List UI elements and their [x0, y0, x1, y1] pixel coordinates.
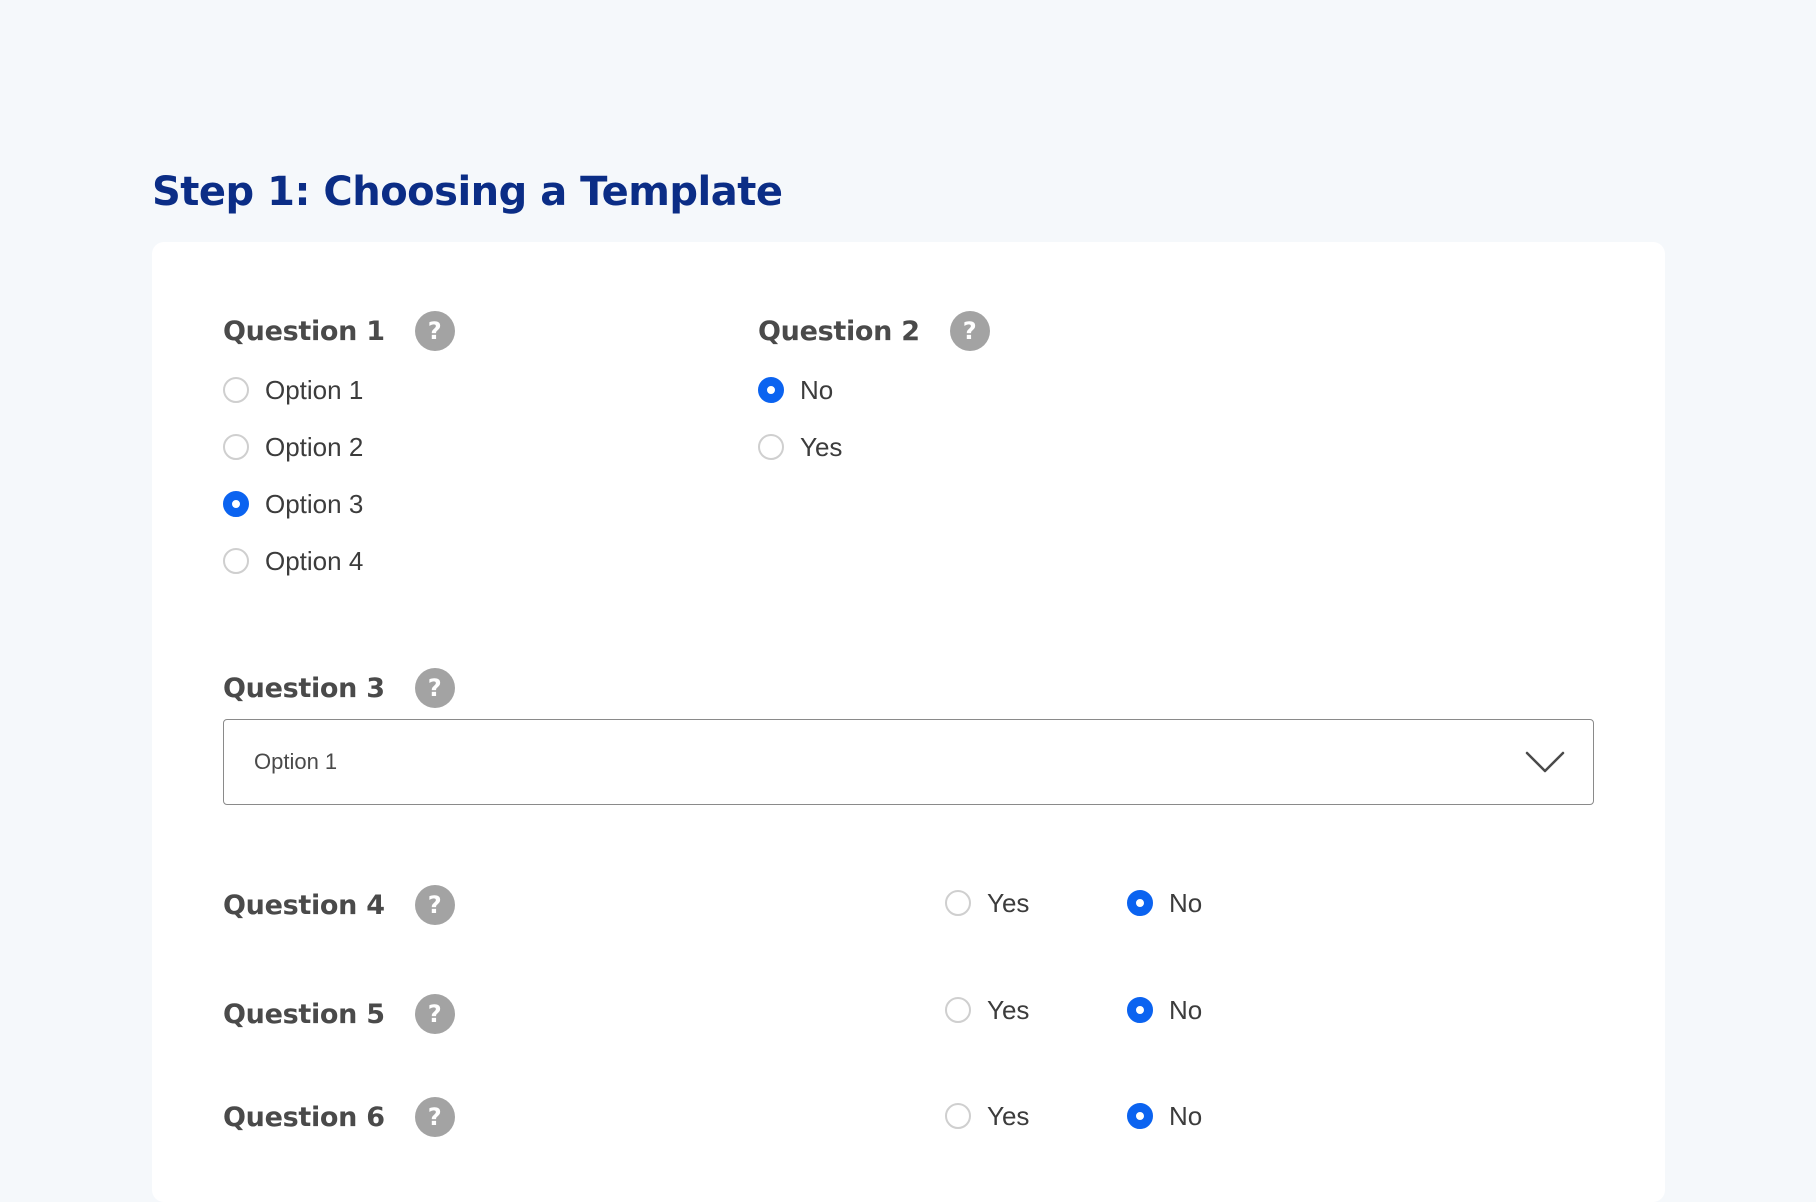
radio-button[interactable]	[223, 377, 249, 403]
question-5-option-yes[interactable]: Yes	[945, 990, 1029, 1030]
option-label: Option 3	[265, 488, 364, 519]
question-2-option-yes[interactable]: Yes	[758, 427, 842, 467]
option-label: No	[1169, 1100, 1203, 1131]
option-label: No	[1169, 994, 1203, 1025]
radio-button-selected[interactable]	[1127, 890, 1153, 916]
help-icon[interactable]: ?	[414, 311, 455, 351]
question-6-option-no[interactable]: No	[1127, 1096, 1202, 1136]
option-label: No	[1169, 887, 1203, 918]
help-icon[interactable]: ?	[414, 668, 455, 708]
question-3-label: Question 3 ?	[223, 668, 455, 708]
radio-button[interactable]	[223, 548, 249, 574]
question-1-label: Question 1 ?	[223, 311, 455, 351]
question-1-option-4[interactable]: Option 4	[223, 541, 363, 581]
help-icon[interactable]: ?	[414, 885, 455, 925]
option-label: Yes	[800, 431, 843, 462]
question-2-option-no[interactable]: No	[758, 370, 833, 410]
option-label: Yes	[987, 887, 1030, 918]
help-icon[interactable]: ?	[414, 994, 455, 1034]
question-4-label: Question 4 ?	[223, 885, 455, 925]
chevron-down-icon[interactable]	[1525, 750, 1565, 779]
question-3-select[interactable]: Option 1	[223, 719, 1594, 805]
form-card: Question 1 ? Option 1 Option 2 Option 3 …	[152, 242, 1665, 1202]
select-value: Option 1	[254, 749, 338, 774]
radio-button-selected[interactable]	[1127, 1103, 1153, 1129]
radio-button[interactable]	[945, 997, 971, 1023]
question-6-text: Question 6	[223, 1101, 385, 1133]
option-label: Yes	[987, 994, 1030, 1025]
radio-button[interactable]	[758, 434, 784, 460]
page-title: Step 1: Choosing a Template	[152, 169, 783, 215]
option-label: Option 2	[265, 431, 364, 462]
question-6-option-yes[interactable]: Yes	[945, 1096, 1029, 1136]
question-5-text: Question 5	[223, 998, 385, 1030]
option-label: No	[800, 374, 834, 405]
option-label: Option 1	[265, 374, 364, 405]
question-1-text: Question 1	[223, 315, 385, 347]
question-4-text: Question 4	[223, 889, 385, 921]
question-4-option-yes[interactable]: Yes	[945, 883, 1029, 923]
radio-button-selected[interactable]	[758, 377, 784, 403]
option-label: Option 4	[265, 545, 364, 576]
question-2-label: Question 2 ?	[758, 311, 990, 351]
question-1-option-1[interactable]: Option 1	[223, 370, 363, 410]
question-5-option-no[interactable]: No	[1127, 990, 1202, 1030]
radio-button-selected[interactable]	[1127, 997, 1153, 1023]
help-icon[interactable]: ?	[414, 1097, 455, 1137]
radio-button[interactable]	[945, 890, 971, 916]
question-3-text: Question 3	[223, 672, 385, 704]
radio-button-selected[interactable]	[223, 491, 249, 517]
option-label: Yes	[987, 1100, 1030, 1131]
question-5-label: Question 5 ?	[223, 994, 455, 1034]
help-icon[interactable]: ?	[949, 311, 990, 351]
question-4-option-no[interactable]: No	[1127, 883, 1202, 923]
question-2-text: Question 2	[758, 315, 920, 347]
radio-button[interactable]	[945, 1103, 971, 1129]
question-6-label: Question 6 ?	[223, 1097, 455, 1137]
question-1-option-2[interactable]: Option 2	[223, 427, 363, 467]
question-1-option-3[interactable]: Option 3	[223, 484, 363, 524]
radio-button[interactable]	[223, 434, 249, 460]
